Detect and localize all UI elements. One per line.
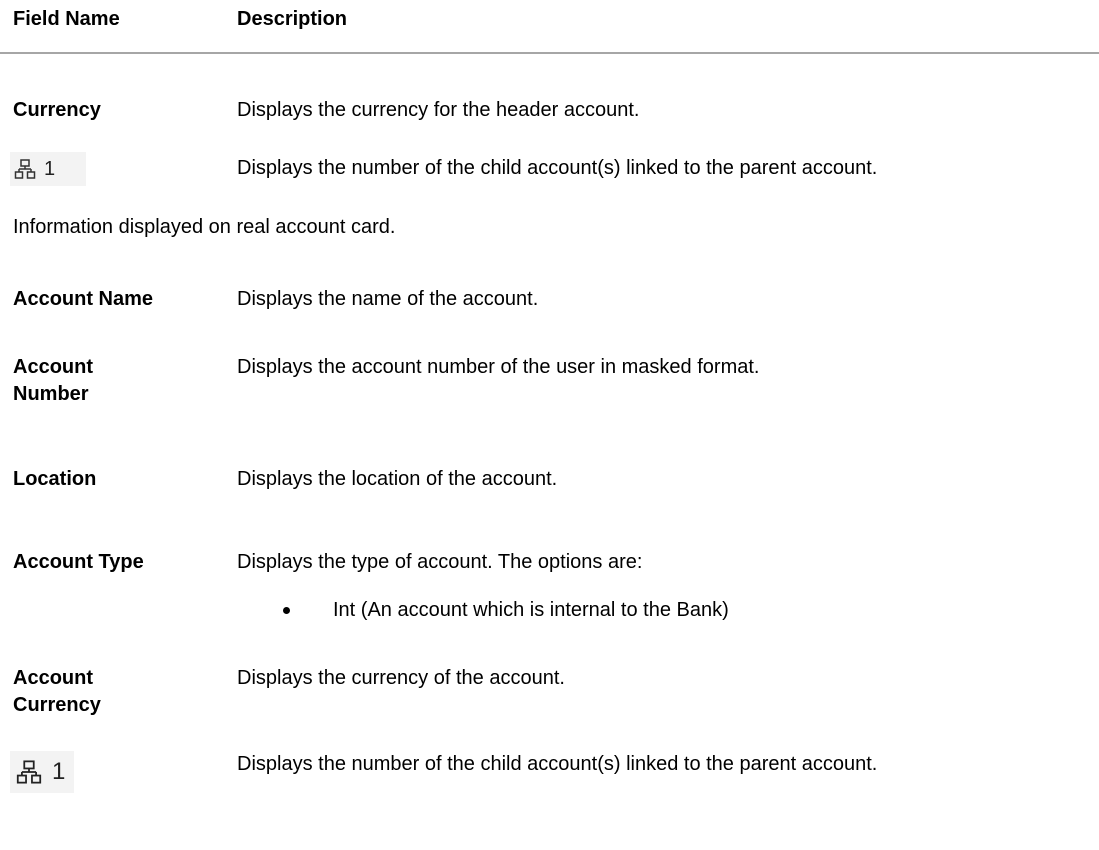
field-name-account-name: Account Name xyxy=(13,288,154,310)
field-description-location: Displays the location of the account. xyxy=(237,468,558,490)
field-name-line1: Account xyxy=(13,667,93,689)
child-account-count: 1 xyxy=(44,157,56,180)
field-description-account-name: Displays the name of the account. xyxy=(237,288,539,310)
intro-text: Information displayed on real account ca… xyxy=(13,216,396,238)
field-name-line1: Account xyxy=(13,356,93,378)
field-description-child-count: Displays the number of the child account… xyxy=(237,753,878,775)
hierarchy-icon xyxy=(16,759,42,785)
hierarchy-icon xyxy=(14,158,36,180)
column-header-field-name: Field Name xyxy=(13,8,120,30)
field-name-location: Location xyxy=(13,468,97,490)
field-description-account-number: Displays the account number of the user … xyxy=(237,356,760,378)
field-name-account-type: Account Type xyxy=(13,551,144,573)
field-name-currency: Currency xyxy=(13,99,101,121)
field-description-account-currency: Displays the currency of the account. xyxy=(237,667,565,689)
child-account-count: 1 xyxy=(52,758,66,785)
field-description-currency: Displays the currency for the header acc… xyxy=(237,99,640,121)
child-account-count-chip: 1 xyxy=(10,751,74,793)
bullet-item-int: Int (An account which is internal to the… xyxy=(333,599,729,621)
child-account-count-chip: 1 xyxy=(10,152,86,186)
column-header-description: Description xyxy=(237,8,348,30)
header-divider xyxy=(0,52,1099,54)
field-name-account-number: Account Number xyxy=(13,354,193,408)
field-description-child-count: Displays the number of the child account… xyxy=(237,157,878,179)
field-description-account-type: Displays the type of account. The option… xyxy=(237,551,643,573)
field-name-line2: Number xyxy=(13,383,89,405)
bullet-marker xyxy=(283,597,291,624)
field-name-line2: Currency xyxy=(13,694,101,716)
field-name-account-currency: Account Currency xyxy=(13,665,193,719)
